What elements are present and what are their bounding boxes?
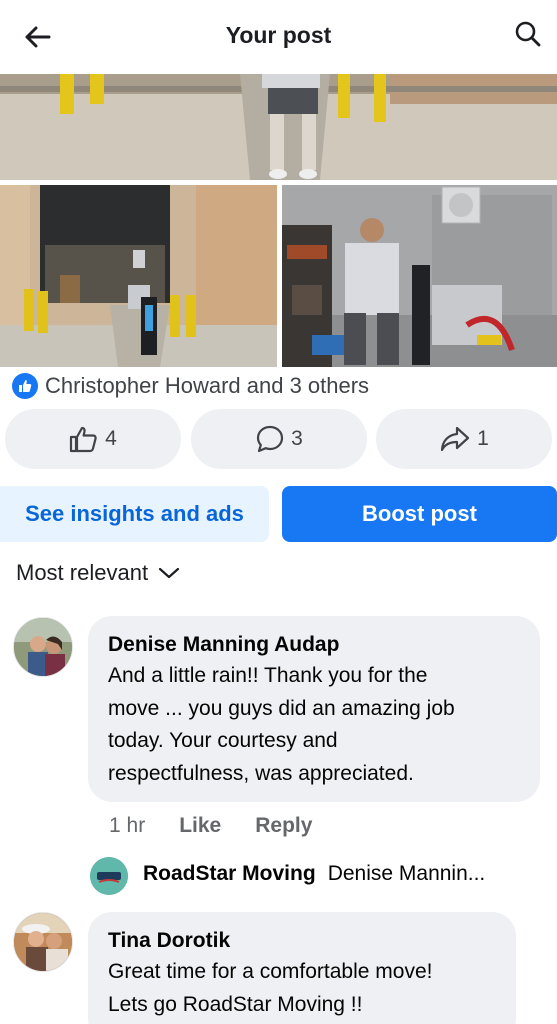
reply-preview[interactable]: RoadStar Moving Denise Mannin... xyxy=(143,862,485,886)
comment-sort-dropdown[interactable]: Most relevant xyxy=(16,558,180,588)
photo-1[interactable] xyxy=(0,74,557,180)
photo-3[interactable] xyxy=(282,185,557,367)
comment-time: 1 hr xyxy=(109,814,146,837)
sort-label: Most relevant xyxy=(16,560,149,585)
comment-count: 3 xyxy=(291,427,303,450)
thumbs-up-icon xyxy=(70,426,97,453)
photo-2[interactable] xyxy=(0,185,277,367)
share-button[interactable]: 1 xyxy=(376,409,552,469)
reactions-summary[interactable]: Christopher Howard and 3 others xyxy=(12,371,369,401)
like-reaction-icon xyxy=(12,373,38,399)
search-button[interactable] xyxy=(511,17,545,51)
comment-bubble: Denise Manning Audap And a little rain!!… xyxy=(88,616,540,802)
like-button[interactable]: 4 xyxy=(5,409,181,469)
comment-icon xyxy=(257,425,284,453)
see-insights-button[interactable]: See insights and ads xyxy=(0,486,269,542)
comment-author[interactable]: Denise Manning Audap xyxy=(108,630,520,660)
comment-meta: 1 hr Like Reply xyxy=(109,814,312,838)
avatar[interactable] xyxy=(90,857,128,895)
chevron-down-icon xyxy=(158,567,180,579)
like-count: 4 xyxy=(105,427,117,450)
share-count: 1 xyxy=(477,427,489,450)
page-title: Your post xyxy=(225,22,332,48)
comment-reply-button[interactable]: Reply xyxy=(255,814,312,838)
post-photos xyxy=(0,74,557,367)
reaction-names: Christopher Howard and 3 others xyxy=(45,373,370,398)
avatar[interactable] xyxy=(13,912,73,972)
boost-post-button[interactable]: Boost post xyxy=(282,486,557,542)
comment-like-button[interactable]: Like xyxy=(179,814,221,838)
reply-author: RoadStar Moving xyxy=(143,862,316,885)
top-bar: Your post xyxy=(0,0,557,74)
comment-button[interactable]: 3 xyxy=(191,409,367,469)
comment-text: Great time for a comfortable move! Lets … xyxy=(108,960,433,1016)
comment-text: And a little rain!! Thank you for the mo… xyxy=(108,664,455,785)
search-icon xyxy=(515,21,541,47)
avatar[interactable] xyxy=(13,617,73,677)
share-icon xyxy=(441,426,470,452)
comment-author[interactable]: Tina Dorotik xyxy=(108,926,496,956)
reply-text: Denise Mannin... xyxy=(327,862,486,885)
comment-bubble: Tina Dorotik Great time for a comfortabl… xyxy=(88,912,516,1024)
